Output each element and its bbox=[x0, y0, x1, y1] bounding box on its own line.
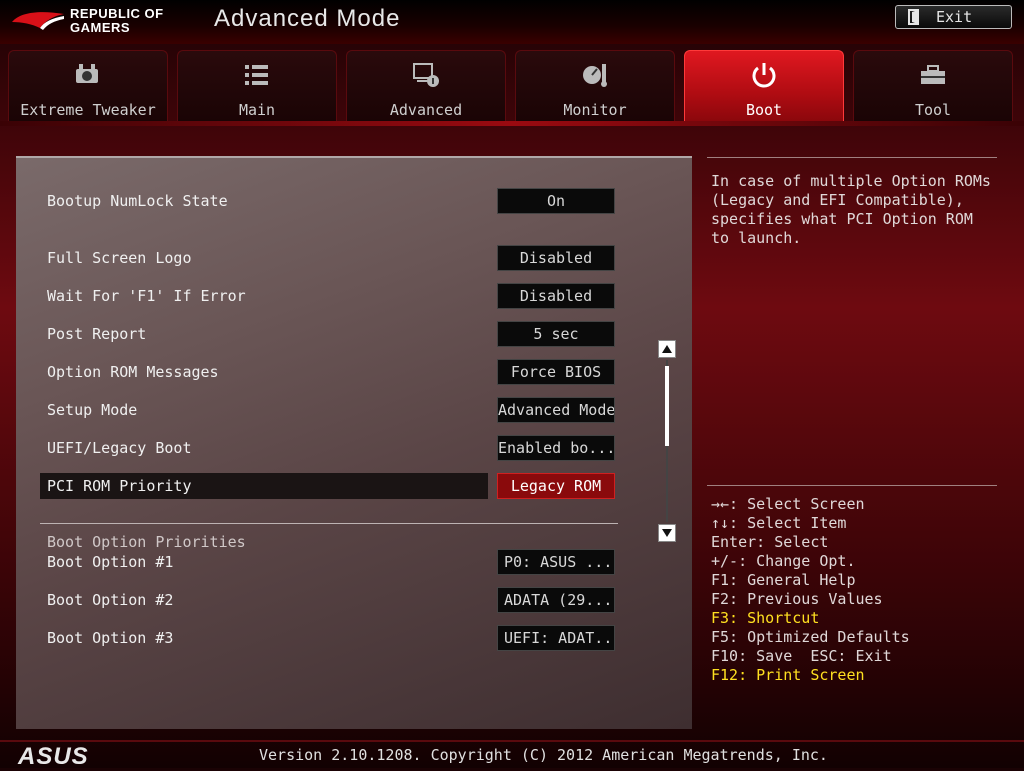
tab-tool[interactable]: Tool bbox=[853, 50, 1013, 122]
boot-option-value[interactable]: UEFI: ADAT... bbox=[497, 625, 615, 651]
setting-label: Setup Mode bbox=[47, 401, 138, 419]
scroll-down-button[interactable] bbox=[658, 524, 676, 542]
key-hint: F1: General Help bbox=[711, 571, 856, 589]
key-hint: F5: Optimized Defaults bbox=[711, 628, 910, 646]
rog-brand-text: REPUBLIC OF GAMERS bbox=[70, 7, 164, 35]
print-screen-key-hint[interactable]: F12: Print Screen bbox=[711, 666, 1001, 685]
setting-label: UEFI/Legacy Boot bbox=[47, 439, 192, 457]
page-title: Advanced Mode bbox=[214, 5, 401, 32]
tab-main[interactable]: Main bbox=[177, 50, 337, 122]
tab-label: Extreme Tweaker bbox=[20, 101, 156, 119]
tab-label: Boot bbox=[745, 101, 783, 119]
footer-divider bbox=[0, 740, 1024, 742]
setting-label: Option ROM Messages bbox=[47, 363, 219, 381]
extreme-tweaker-icon bbox=[76, 64, 98, 83]
help-description: In case of multiple Option ROMs (Legacy … bbox=[711, 172, 991, 247]
section-divider bbox=[40, 523, 618, 524]
setting-value[interactable]: On bbox=[497, 188, 615, 214]
version-text: Version 2.10.1208. Copyright (C) 2012 Am… bbox=[259, 746, 828, 764]
boot-option-label: Boot Option #1 bbox=[47, 553, 174, 571]
key-hint: F10: Save ESC: Exit bbox=[711, 647, 892, 665]
exit-label: Exit bbox=[936, 8, 973, 26]
tab-advanced[interactable]: Advanced bbox=[346, 50, 506, 122]
boot-option-label: Boot Option #3 bbox=[47, 629, 174, 647]
header-bar: REPUBLIC OF GAMERS Advanced Mode Exit bbox=[0, 0, 1024, 44]
setting-row-pci-rom-priority[interactable]: PCI ROM Priority Legacy ROM bbox=[40, 473, 616, 501]
help-divider-top bbox=[707, 157, 997, 158]
setting-value[interactable]: Disabled bbox=[497, 283, 615, 309]
key-hint: →←: Select Screen bbox=[711, 495, 865, 513]
setting-row-uefi-legacy-boot[interactable]: UEFI/Legacy Boot Enabled bo... bbox=[40, 435, 616, 463]
setting-row-full-screen-logo[interactable]: Full Screen Logo Disabled bbox=[40, 245, 616, 273]
tab-boot[interactable]: Boot bbox=[684, 50, 844, 122]
setting-label: Post Report bbox=[47, 325, 147, 343]
setting-value[interactable]: 5 sec bbox=[497, 321, 615, 347]
arrow-down-icon bbox=[662, 529, 672, 537]
tab-label: Advanced bbox=[389, 101, 463, 119]
setting-label: Full Screen Logo bbox=[47, 249, 192, 267]
settings-panel: Bootup NumLock State On Full Screen Logo… bbox=[16, 156, 692, 729]
arrow-up-icon bbox=[662, 345, 672, 353]
key-hint: F2: Previous Values bbox=[711, 590, 883, 608]
monitor-gauge-icon bbox=[583, 64, 607, 87]
power-icon bbox=[752, 63, 776, 88]
boot-option-value[interactable]: ADATA (29... bbox=[497, 587, 615, 613]
setting-row-option-rom-messages[interactable]: Option ROM Messages Force BIOS bbox=[40, 359, 616, 387]
tab-bar: Extreme Tweaker Main Advanced Monitor Bo… bbox=[8, 50, 1016, 122]
help-divider-mid bbox=[707, 485, 997, 486]
toolbox-icon bbox=[921, 65, 945, 84]
setting-label: Wait For 'F1' If Error bbox=[47, 287, 246, 305]
exit-button[interactable]: Exit bbox=[895, 5, 1012, 29]
rog-eye-icon bbox=[12, 12, 64, 30]
setting-row-setup-mode[interactable]: Setup Mode Advanced Mode bbox=[40, 397, 616, 425]
key-hint: Enter: Select bbox=[711, 533, 829, 551]
shortcut-key-hint[interactable]: F3: Shortcut bbox=[711, 609, 1001, 628]
advanced-icon bbox=[413, 63, 439, 87]
scroll-thumb[interactable] bbox=[665, 366, 669, 446]
key-hint: +/-: Change Opt. bbox=[711, 552, 856, 570]
tab-underline bbox=[0, 121, 1024, 126]
brand-line-2: GAMERS bbox=[70, 20, 131, 35]
setting-value[interactable]: Enabled bo... bbox=[497, 435, 615, 461]
scrollbar[interactable] bbox=[658, 340, 676, 544]
rog-logo: REPUBLIC OF GAMERS bbox=[10, 4, 190, 38]
setting-row-post-report[interactable]: Post Report 5 sec bbox=[40, 321, 616, 349]
setting-value[interactable]: Disabled bbox=[497, 245, 615, 271]
tab-label: Monitor bbox=[563, 101, 627, 119]
list-icon bbox=[245, 65, 268, 85]
brand-line-1: REPUBLIC OF bbox=[70, 6, 164, 21]
exit-door-icon bbox=[908, 9, 919, 25]
tab-monitor[interactable]: Monitor bbox=[515, 50, 675, 122]
boot-option-row-2[interactable]: Boot Option #2 ADATA (29... bbox=[40, 587, 616, 615]
key-legend: →←: Select Screen ↑↓: Select Item Enter:… bbox=[711, 495, 1001, 685]
scroll-up-button[interactable] bbox=[658, 340, 676, 358]
setting-value[interactable]: Force BIOS bbox=[497, 359, 615, 385]
boot-option-row-3[interactable]: Boot Option #3 UEFI: ADAT... bbox=[40, 625, 616, 653]
tab-label: Tool bbox=[914, 101, 952, 119]
tab-extreme-tweaker[interactable]: Extreme Tweaker bbox=[8, 50, 168, 122]
tab-label: Main bbox=[238, 101, 276, 119]
setting-value[interactable]: Legacy ROM bbox=[497, 473, 615, 499]
setting-row-wait-for-f1[interactable]: Wait For 'F1' If Error Disabled bbox=[40, 283, 616, 311]
boot-option-label: Boot Option #2 bbox=[47, 591, 174, 609]
boot-option-row-1[interactable]: Boot Option #1 P0: ASUS ... bbox=[40, 549, 616, 577]
setting-label: Bootup NumLock State bbox=[47, 192, 228, 210]
asus-logo: ASUS bbox=[18, 743, 89, 770]
setting-value[interactable]: Advanced Mode bbox=[497, 397, 615, 423]
key-hint: ↑↓: Select Item bbox=[711, 514, 847, 532]
setting-row-bootup-numlock[interactable]: Bootup NumLock State On bbox=[40, 188, 616, 216]
boot-option-value[interactable]: P0: ASUS ... bbox=[497, 549, 615, 575]
setting-label: PCI ROM Priority bbox=[47, 477, 192, 495]
